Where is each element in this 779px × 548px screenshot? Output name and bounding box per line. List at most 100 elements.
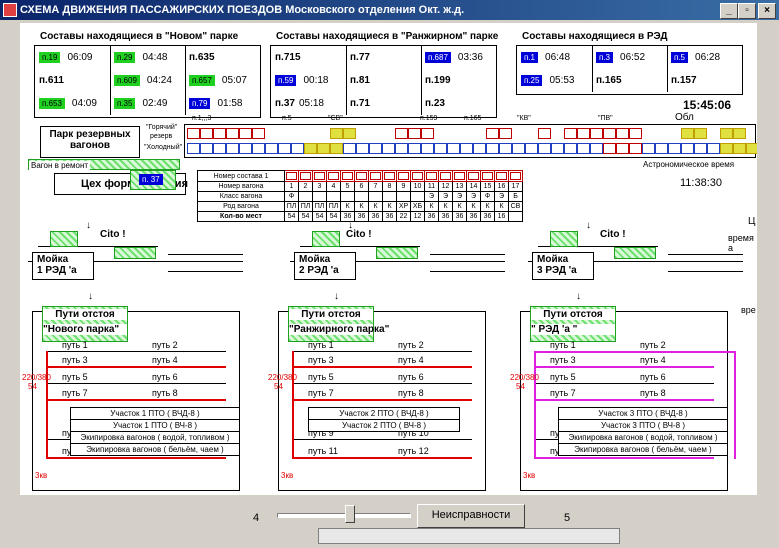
park-cell[interactable]: п.29 04:48: [114, 52, 167, 63]
train-tag[interactable]: п.657: [189, 75, 215, 86]
track-label[interactable]: путь 1: [550, 340, 576, 350]
spec-cell[interactable]: [480, 170, 495, 182]
reserve-wagon[interactable]: [343, 143, 356, 154]
reserve-wagon[interactable]: [317, 143, 330, 154]
title-bar[interactable]: СХЕМА ДВИЖЕНИЯ ПАССАЖИРСКИХ ПОЕЗДОВ Моск…: [0, 0, 779, 20]
track-label[interactable]: путь 4: [152, 355, 178, 365]
track-label[interactable]: путь 1: [308, 340, 334, 350]
reserve-wagon[interactable]: [590, 128, 603, 139]
yard-title-box[interactable]: Пути отстоя "Нового парка": [42, 306, 128, 342]
track-label[interactable]: путь 7: [62, 388, 88, 398]
track-label[interactable]: путь 6: [640, 372, 666, 382]
train-tag[interactable]: п.29: [114, 52, 136, 63]
park-cell[interactable]: п.5 06:28: [671, 52, 720, 63]
yard-title-box[interactable]: Пути отстоя " РЭД 'а ": [530, 306, 616, 342]
wash-label[interactable]: Мойка 3 РЭД 'а: [532, 252, 594, 280]
park-cell[interactable]: п.715: [275, 52, 301, 63]
wash-slot[interactable]: [50, 231, 78, 247]
maximize-button[interactable]: ▫: [738, 3, 756, 19]
reserve-wagon[interactable]: [733, 128, 746, 139]
reserve-wagon[interactable]: [629, 128, 642, 139]
park-cell[interactable]: п.653 04:09: [39, 98, 97, 109]
park-cell[interactable]: п.23: [425, 98, 445, 109]
reserve-wagon[interactable]: [226, 143, 239, 154]
track-label[interactable]: путь 3: [550, 355, 576, 365]
reserve-wagon[interactable]: [213, 128, 226, 139]
spec-cell[interactable]: [438, 170, 453, 182]
reserve-wagon[interactable]: [564, 128, 577, 139]
wash-slot[interactable]: [376, 247, 418, 259]
park-cell[interactable]: п.19 06:09: [39, 52, 92, 63]
wash-slot[interactable]: [614, 247, 656, 259]
reserve-wagon[interactable]: [694, 143, 707, 154]
park-cell[interactable]: п.1 06:48: [521, 52, 570, 63]
reserve-wagon[interactable]: [330, 128, 343, 139]
train-tag[interactable]: п.5: [671, 52, 689, 63]
slider-thumb[interactable]: [345, 505, 355, 523]
wash-slot[interactable]: [550, 231, 578, 247]
train-tag[interactable]: п.609: [114, 75, 140, 86]
track-label[interactable]: путь 6: [152, 372, 178, 382]
reserve-wagon[interactable]: [291, 143, 304, 154]
reserve-wagon[interactable]: [538, 128, 551, 139]
wash-slot[interactable]: [114, 247, 156, 259]
reserve-wagon[interactable]: [720, 128, 733, 139]
reserve-wagon[interactable]: [330, 143, 343, 154]
reserve-wagon[interactable]: [356, 143, 369, 154]
formation-train-tag[interactable]: п. 37: [139, 174, 163, 185]
track-label[interactable]: путь 2: [640, 340, 666, 350]
reserve-wagon[interactable]: [473, 143, 486, 154]
spec-cell[interactable]: [410, 170, 425, 182]
spec-cell[interactable]: [452, 170, 467, 182]
train-tag[interactable]: п.653: [39, 98, 65, 109]
reserve-wagon[interactable]: [694, 128, 707, 139]
reserve-wagon[interactable]: [252, 128, 265, 139]
track-label[interactable]: путь 7: [550, 388, 576, 398]
spec-cell[interactable]: [396, 170, 411, 182]
park-cell[interactable]: п.35 02:49: [114, 98, 167, 109]
reserve-wagon[interactable]: [239, 143, 252, 154]
park-cell[interactable]: п.199: [425, 75, 451, 86]
reserve-wagon[interactable]: [707, 143, 720, 154]
spec-cell[interactable]: [298, 170, 313, 182]
train-tag[interactable]: п.79: [189, 98, 211, 109]
reserve-wagon[interactable]: [525, 143, 538, 154]
reserve-wagon[interactable]: [616, 128, 629, 139]
track-label[interactable]: путь 7: [308, 388, 334, 398]
track-label[interactable]: путь 8: [152, 388, 178, 398]
reserve-wagon[interactable]: [668, 143, 681, 154]
reserve-wagon[interactable]: [681, 128, 694, 139]
track-label[interactable]: путь 5: [62, 372, 88, 382]
track-label[interactable]: путь 8: [398, 388, 424, 398]
reserve-wagon[interactable]: [564, 143, 577, 154]
section-box[interactable]: Экипировка вагонов ( бельём, чаем ): [558, 443, 728, 456]
spec-cell[interactable]: [466, 170, 481, 182]
reserve-wagon[interactable]: [551, 143, 564, 154]
park-cell[interactable]: п.81: [350, 75, 370, 86]
reserve-wagon[interactable]: [265, 143, 278, 154]
park-cell[interactable]: п.635: [189, 52, 215, 63]
track-label[interactable]: путь 12: [398, 446, 429, 456]
track-label[interactable]: путь 2: [152, 340, 178, 350]
reserve-wagon[interactable]: [395, 143, 408, 154]
reserve-wagon[interactable]: [577, 143, 590, 154]
reserve-wagon[interactable]: [746, 143, 757, 154]
section-box[interactable]: Участок 2 ПТО ( ВЧ-8 ): [308, 419, 460, 432]
park-cell[interactable]: п.3 06:52: [596, 52, 645, 63]
faults-button[interactable]: Неисправности: [417, 504, 525, 528]
track-label[interactable]: путь 8: [640, 388, 666, 398]
spec-cell[interactable]: [368, 170, 383, 182]
reserve-wagon[interactable]: [382, 143, 395, 154]
train-tag[interactable]: п.19: [39, 52, 61, 63]
reserve-wagon[interactable]: [395, 128, 408, 139]
reserve-wagon[interactable]: [187, 128, 200, 139]
reserve-wagon[interactable]: [512, 143, 525, 154]
reserve-wagon[interactable]: [642, 143, 655, 154]
spec-cell[interactable]: [312, 170, 327, 182]
track-label[interactable]: путь 1: [62, 340, 88, 350]
park-cell[interactable]: п.611: [39, 75, 64, 86]
reserve-wagon[interactable]: [200, 128, 213, 139]
train-tag[interactable]: п.687: [425, 52, 451, 63]
wash-label[interactable]: Мойка 1 РЭД 'а: [32, 252, 94, 280]
reserve-wagon[interactable]: [499, 143, 512, 154]
